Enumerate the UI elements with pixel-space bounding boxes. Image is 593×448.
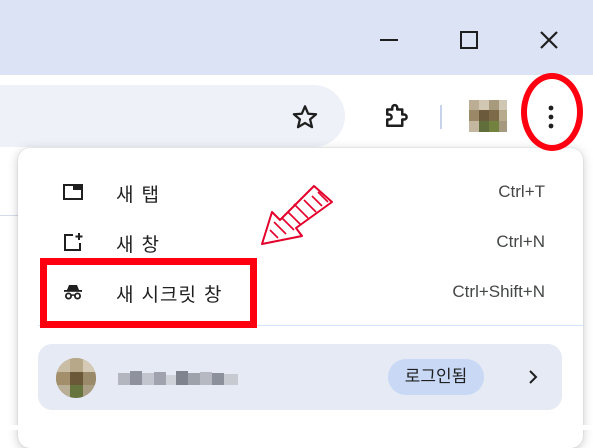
maximize-button[interactable]: [446, 22, 492, 58]
menu-item-shortcut: Ctrl+N: [496, 232, 545, 251]
new-window-icon: [64, 233, 83, 251]
window-titlebar: [0, 0, 593, 75]
profile-row[interactable]: 로그인됨: [38, 344, 562, 410]
menu-item-shortcut: Ctrl+T: [498, 182, 545, 201]
signed-in-badge: 로그인됨: [388, 359, 484, 395]
star-icon: [292, 105, 318, 129]
menu-item-shortcut: Ctrl+Shift+N: [452, 282, 545, 301]
bottom-edge: [0, 425, 593, 430]
profile-avatar: [56, 358, 96, 398]
minimize-icon: [380, 39, 398, 41]
page-edge-line: [0, 215, 20, 216]
maximize-icon: [460, 31, 478, 49]
close-icon: [540, 31, 558, 49]
menu-item-label: 새 창: [116, 234, 160, 256]
bookmark-button[interactable]: [291, 104, 319, 130]
chevron-right-icon: [529, 370, 538, 384]
profile-avatar-button[interactable]: [469, 100, 507, 132]
annotation-arrow-icon: [261, 185, 333, 245]
menu-item-label: 새 탭: [116, 184, 160, 206]
profile-name-redacted: [118, 369, 243, 389]
new-tab-icon: [63, 184, 83, 200]
puzzle-icon: [386, 103, 408, 127]
annotation-box-incognito: [40, 258, 257, 328]
annotation-circle-menu-button: [521, 73, 583, 151]
minimize-button[interactable]: [366, 22, 412, 58]
close-button[interactable]: [526, 22, 572, 58]
toolbar-separator: [440, 105, 442, 129]
extensions-button[interactable]: [381, 102, 411, 132]
